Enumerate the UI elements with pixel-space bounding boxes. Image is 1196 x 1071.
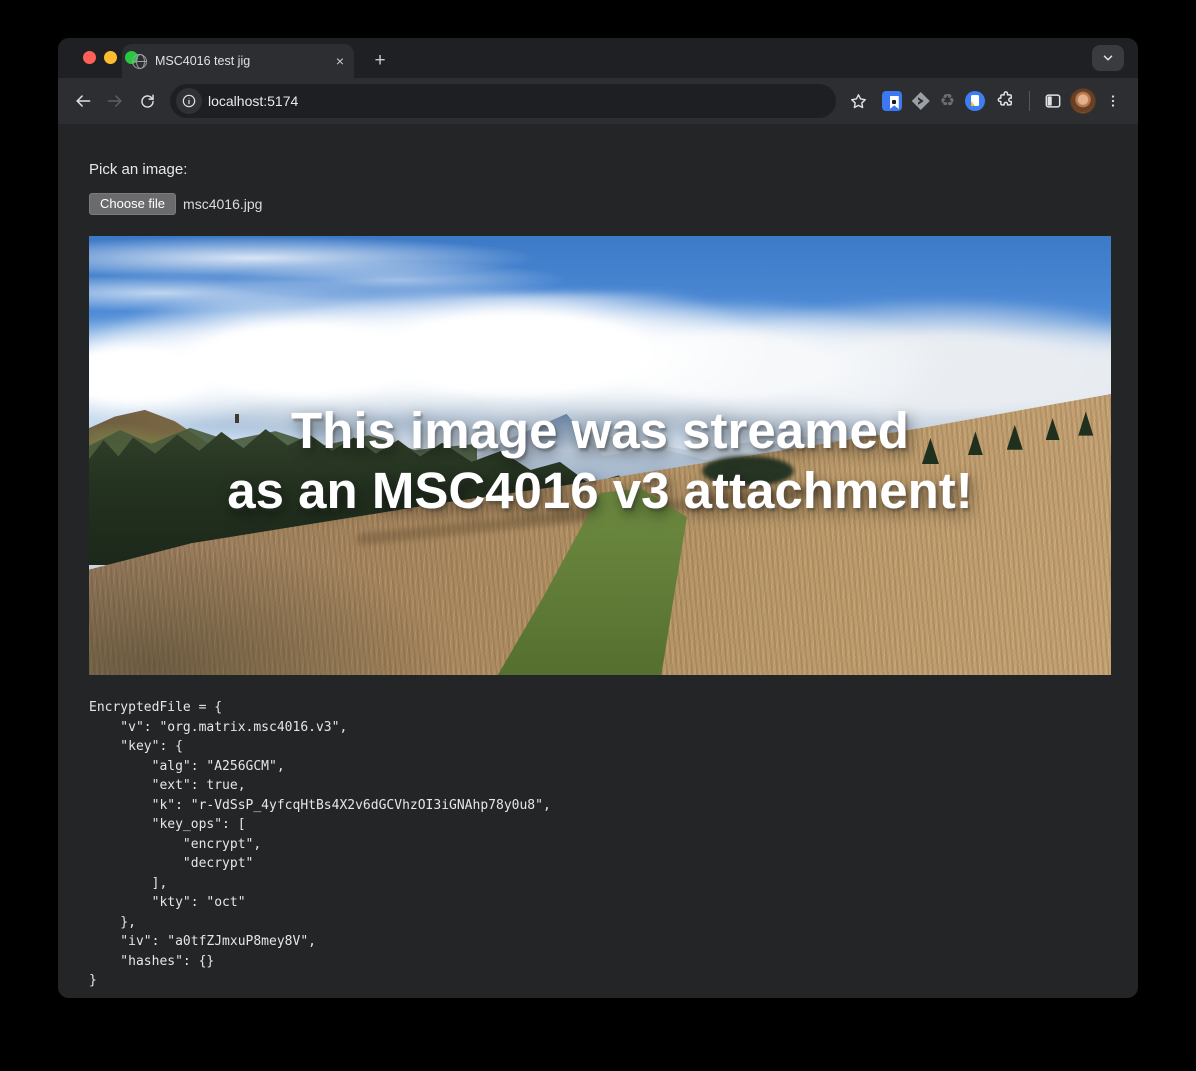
side-panel-icon — [1043, 91, 1063, 111]
tab-title: MSC4016 test jig — [155, 54, 328, 68]
toolbar-divider — [1029, 91, 1030, 111]
profile-avatar[interactable] — [1070, 88, 1096, 114]
traffic-lights — [83, 51, 138, 64]
diamond-arrow-extension-icon[interactable] — [912, 92, 930, 110]
address-bar[interactable]: localhost:5174 — [170, 84, 836, 118]
globe-favicon-icon — [132, 54, 147, 69]
caption-line-1: This image was streamed — [291, 401, 909, 461]
pick-image-label: Pick an image: — [89, 161, 1111, 178]
star-icon — [849, 92, 868, 111]
extensions-menu-button[interactable] — [995, 89, 1015, 114]
password-manager-extension-icon[interactable] — [882, 91, 902, 111]
url-text: localhost:5174 — [208, 93, 832, 109]
info-icon — [181, 93, 197, 109]
minimize-window-button[interactable] — [104, 51, 117, 64]
tab-strip: MSC4016 test jig × + — [58, 38, 1138, 78]
puzzle-icon — [995, 89, 1015, 109]
page-content: Pick an image: Choose file msc4016.jpg — [58, 124, 1138, 998]
reload-button[interactable] — [132, 86, 162, 116]
image-caption-overlay: This image was streamed as an MSC4016 v3… — [89, 401, 1111, 521]
chevron-down-icon — [1101, 51, 1115, 65]
browser-toolbar: localhost:5174 ♻ — [58, 78, 1138, 124]
side-panel-button[interactable] — [1038, 86, 1068, 116]
tab-search-button[interactable] — [1092, 45, 1124, 71]
attachment-image: This image was streamed as an MSC4016 v3… — [89, 236, 1111, 675]
browser-window: MSC4016 test jig × + localhost:5174 — [58, 38, 1138, 998]
selected-filename: msc4016.jpg — [183, 196, 262, 212]
encrypted-file-json: EncryptedFile = { "v": "org.matrix.msc40… — [89, 698, 1111, 991]
kebab-menu-icon — [1104, 92, 1122, 110]
extensions-row: ♻ — [876, 89, 1021, 114]
reload-icon — [138, 92, 157, 111]
tab-msc4016[interactable]: MSC4016 test jig × — [122, 44, 354, 78]
document-extension-icon[interactable] — [965, 91, 985, 111]
close-window-button[interactable] — [83, 51, 96, 64]
new-tab-button[interactable]: + — [366, 47, 394, 75]
choose-file-button[interactable]: Choose file — [89, 193, 176, 215]
site-info-button[interactable] — [176, 88, 202, 114]
browser-menu-button[interactable] — [1098, 86, 1128, 116]
forward-arrow-icon — [105, 91, 125, 111]
bookmark-star-button[interactable] — [844, 86, 874, 116]
file-input: Choose file msc4016.jpg — [89, 193, 1111, 215]
caption-line-2: as an MSC4016 v3 attachment! — [227, 461, 972, 521]
recycle-extension-icon[interactable]: ♻ — [940, 93, 955, 110]
back-button[interactable] — [68, 86, 98, 116]
back-arrow-icon — [73, 91, 93, 111]
tab-close-icon[interactable]: × — [336, 54, 344, 68]
forward-button[interactable] — [100, 86, 130, 116]
